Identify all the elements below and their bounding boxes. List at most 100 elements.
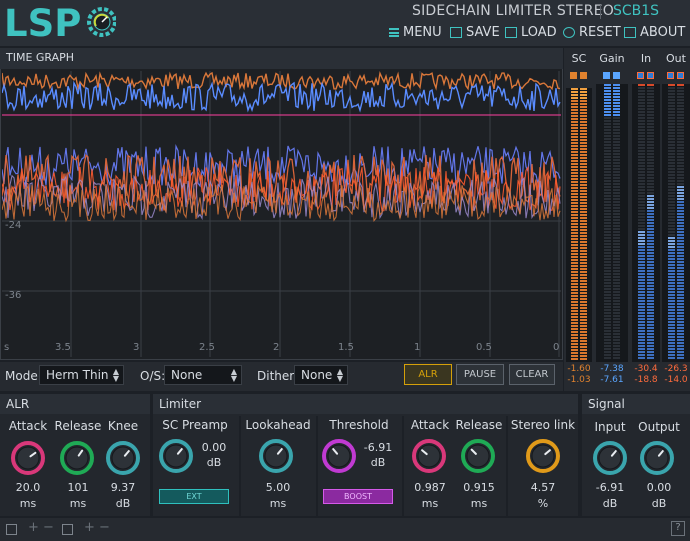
meter-channel-toggle[interactable]	[637, 72, 644, 79]
oversampling-select[interactable]: None ▲ ▼	[164, 365, 242, 385]
value-number: 101	[67, 481, 89, 494]
about-icon	[624, 27, 636, 38]
font-size-icon[interactable]: + −	[84, 520, 110, 535]
alr-attack-knob[interactable]	[10, 440, 46, 476]
limiter-release-value: 0.915 ms	[455, 480, 503, 511]
meter-channel-toggle[interactable]	[580, 72, 587, 79]
value-number: 9.37	[110, 481, 136, 494]
y-label-36: -36	[5, 290, 21, 301]
limiter-release-label: Release	[455, 418, 503, 432]
save-label: SAVE	[466, 25, 500, 40]
lookahead-label: Lookahead	[245, 418, 311, 432]
value-unit: dB	[370, 456, 386, 469]
meter-bars	[638, 84, 654, 359]
x-label: 0	[553, 342, 559, 353]
alr-knee-knob[interactable]	[105, 440, 141, 476]
x-label: 2	[273, 342, 279, 353]
meter-channel-toggle[interactable]	[613, 72, 620, 79]
x-label: 1	[414, 342, 420, 353]
alr-attack-label: Attack	[8, 419, 48, 433]
value-unit: dB	[115, 497, 131, 510]
meter-value: -7.38	[600, 364, 624, 374]
meter-bars	[668, 84, 684, 359]
dither-label: Dither:	[257, 369, 299, 383]
alr-attack-value: 20.0 ms	[5, 480, 51, 511]
meter-channel-toggle[interactable]	[570, 72, 577, 79]
time-graph-canvas[interactable]: -24 -36 s 3.5 3 2.5 2 1.5 1 0.5 0	[2, 71, 561, 357]
load-button[interactable]: LOAD	[505, 25, 557, 40]
value-number: 0.00	[201, 441, 227, 454]
oversampling-value: None	[171, 368, 203, 382]
save-button[interactable]: SAVE	[450, 25, 500, 40]
meter-label-sc: SC	[571, 52, 587, 65]
value-number: -6.91	[363, 441, 393, 454]
limiter-section-title: Limiter	[153, 394, 578, 414]
signal-section-title: Signal	[582, 394, 690, 414]
value-number: 0.915	[463, 481, 495, 494]
alr-release-knob[interactable]	[59, 440, 95, 476]
meter-value: -14.0	[664, 375, 688, 385]
meter-bars	[571, 88, 587, 360]
zoom-in-out-icon[interactable]: + −	[28, 520, 54, 535]
signal-output-knob[interactable]	[639, 440, 675, 476]
pause-button[interactable]: PAUSE	[456, 364, 504, 385]
lookahead-knob[interactable]	[258, 438, 294, 474]
meter-channel-toggle[interactable]	[603, 72, 610, 79]
sc-preamp-knob[interactable]	[158, 438, 194, 474]
combo-arrows-icon: ▲ ▼	[336, 367, 343, 383]
time-graph-title: TIME GRAPH	[6, 51, 75, 64]
limiter-divider	[402, 416, 404, 516]
limiter-attack-value: 0.987 ms	[408, 480, 452, 511]
ext-sidechain-button[interactable]: EXT	[159, 489, 229, 504]
font-icon[interactable]	[62, 524, 73, 535]
x-label: 2.5	[199, 342, 215, 353]
combo-arrows-icon: ▲ ▼	[230, 367, 237, 383]
value-number: 0.00	[646, 481, 672, 494]
signal-input-label: Input	[594, 420, 626, 434]
value-unit: dB	[206, 456, 222, 469]
dither-select[interactable]: None ▲ ▼	[294, 365, 348, 385]
plugin-code: SCB1S	[613, 3, 660, 19]
boost-button[interactable]: BOOST	[323, 489, 393, 504]
title-divider	[600, 5, 601, 19]
alr-knee-label: Knee	[107, 419, 139, 433]
signal-output-value: 0.00 dB	[634, 480, 684, 511]
threshold-knob[interactable]	[321, 438, 357, 474]
signal-input-knob[interactable]	[592, 440, 628, 476]
value-unit: ms	[69, 497, 87, 510]
window-icon[interactable]	[6, 524, 17, 535]
meter-channel-toggle[interactable]	[647, 72, 654, 79]
limiter-release-knob[interactable]	[460, 438, 496, 474]
limiter-divider	[316, 416, 318, 516]
value-unit: ms	[269, 497, 287, 510]
alr-release-label: Release	[54, 419, 102, 433]
menu-button[interactable]: MENU	[389, 25, 442, 40]
mode-select[interactable]: Herm Thin ▲ ▼	[39, 365, 124, 385]
value-unit: dB	[651, 497, 667, 510]
lsp-logo: LSP	[4, 2, 117, 46]
value-number: 0.987	[414, 481, 446, 494]
dither-value: None	[301, 368, 333, 382]
meter-channel-toggle[interactable]	[667, 72, 674, 79]
meter-label-gain: Gain	[599, 52, 625, 65]
limiter-attack-label: Attack	[410, 418, 450, 432]
threshold-value: -6.91 dB	[359, 440, 397, 470]
menu-icon	[389, 28, 399, 37]
reset-icon	[563, 27, 575, 38]
limiter-divider	[239, 416, 241, 516]
stereo-link-knob[interactable]	[525, 438, 561, 474]
help-icon[interactable]: ?	[671, 521, 685, 536]
save-icon	[450, 27, 462, 38]
about-button[interactable]: ABOUT	[624, 25, 685, 40]
x-label: 3.5	[55, 342, 71, 353]
stereo-link-value: 4.57%	[510, 480, 576, 511]
clear-button[interactable]: CLEAR	[509, 364, 555, 385]
meter-bars	[604, 84, 620, 359]
alr-toggle-button[interactable]: ALR	[404, 364, 452, 385]
limiter-attack-knob[interactable]	[411, 438, 447, 474]
reset-button[interactable]: RESET	[563, 25, 621, 40]
value-unit: dB	[602, 497, 618, 510]
meter-channel-toggle[interactable]	[677, 72, 684, 79]
svg-text:LSP: LSP	[4, 2, 81, 42]
oversampling-label: O/S:	[140, 369, 166, 383]
